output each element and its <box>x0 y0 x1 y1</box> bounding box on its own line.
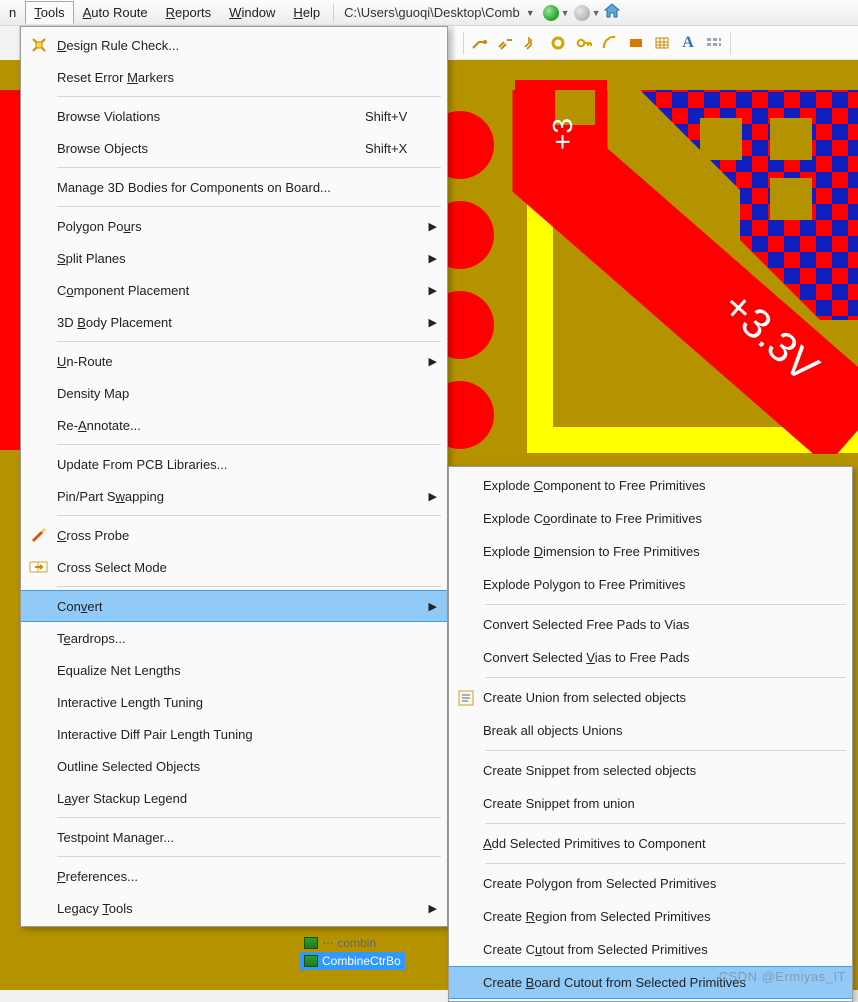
nav-forward[interactable]: ▼ <box>572 5 603 21</box>
mi-re-annotate[interactable]: Re-Annotate... <box>21 409 447 441</box>
menu-auto-route[interactable]: Auto Route <box>74 1 157 24</box>
mi-cross-probe[interactable]: Cross Probe <box>21 519 447 551</box>
mi-break-unions[interactable]: Break all objects Unions <box>449 714 852 747</box>
mi-explode-dimension[interactable]: Explode Dimension to Free Primitives <box>449 535 852 568</box>
mi-interactive-length-tuning[interactable]: Interactive Length Tuning <box>21 686 447 718</box>
mi-component-placement[interactable]: Component Placement▶ <box>21 274 447 306</box>
pcb-toolbar: A <box>455 26 858 60</box>
route-multi-icon[interactable] <box>522 33 542 53</box>
menu-help[interactable]: Help <box>284 1 329 24</box>
mi-equalize-net-lengths[interactable]: Equalize Net Lengths <box>21 654 447 686</box>
mi-pin-part-swapping[interactable]: Pin/Part Swapping▶ <box>21 480 447 512</box>
ring-icon[interactable] <box>548 33 568 53</box>
menu-tools[interactable]: Tools <box>25 1 73 24</box>
mi-layer-stackup-legend[interactable]: Layer Stackup Legend <box>21 782 447 814</box>
pcb-file-icon <box>304 955 318 967</box>
mi-explode-component[interactable]: Explode Component to Free Primitives <box>449 469 852 502</box>
convert-submenu: Explode Component to Free Primitives Exp… <box>448 466 853 1002</box>
project-files-panel: ⋯ combin CombineCtrBo <box>300 934 405 970</box>
mi-create-snippet-union[interactable]: Create Snippet from union <box>449 787 852 820</box>
nav-home-icon[interactable] <box>603 2 621 23</box>
mi-create-union[interactable]: Create Union from selected objects <box>449 681 852 714</box>
mi-create-cutout[interactable]: Create Cutout from Selected Primitives <box>449 933 852 966</box>
mi-teardrops[interactable]: Teardrops... <box>21 622 447 654</box>
menubar: n Tools Auto Route Reports Window Help C… <box>0 0 858 26</box>
net-label-1: +3 <box>547 118 578 150</box>
mi-explode-polygon[interactable]: Explode Polygon to Free Primitives <box>449 568 852 601</box>
menubar-fragment-n[interactable]: n <box>4 1 25 24</box>
mi-3d-body-placement[interactable]: 3D Body Placement▶ <box>21 306 447 338</box>
mi-add-primitives-to-component[interactable]: Add Selected Primitives to Component <box>449 827 852 860</box>
mi-legacy-tools[interactable]: Legacy Tools▶ <box>21 892 447 924</box>
union-icon <box>449 690 483 706</box>
mi-convert[interactable]: Convert▶ <box>21 590 447 622</box>
text-icon[interactable]: A <box>678 33 698 53</box>
mi-browse-violations[interactable]: Browse ViolationsShift+V <box>21 100 447 132</box>
mi-outline-selected-objects[interactable]: Outline Selected Objects <box>21 750 447 782</box>
mi-split-planes[interactable]: Split Planes▶ <box>21 242 447 274</box>
mi-preferences[interactable]: Preferences... <box>21 860 447 892</box>
mi-explode-coordinate[interactable]: Explode Coordinate to Free Primitives <box>449 502 852 535</box>
mi-create-polygon[interactable]: Create Polygon from Selected Primitives <box>449 867 852 900</box>
mi-manage-3d-bodies[interactable]: Manage 3D Bodies for Components on Board… <box>21 171 447 203</box>
cross-select-icon <box>21 558 57 576</box>
mi-convert-pads-to-vias[interactable]: Convert Selected Free Pads to Vias <box>449 608 852 641</box>
mi-update-from-pcb-libraries[interactable]: Update From PCB Libraries... <box>21 448 447 480</box>
mi-create-snippet-selected[interactable]: Create Snippet from selected objects <box>449 754 852 787</box>
mi-browse-objects[interactable]: Browse ObjectsShift+X <box>21 132 447 164</box>
project-file-selected[interactable]: CombineCtrBo <box>300 952 405 970</box>
probe-icon <box>21 526 57 544</box>
mi-cross-select-mode[interactable]: Cross Select Mode <box>21 551 447 583</box>
mi-reset-error-markers[interactable]: Reset Error Markers <box>21 61 447 93</box>
mi-testpoint-manager[interactable]: Testpoint Manager... <box>21 821 447 853</box>
array-icon[interactable] <box>704 33 724 53</box>
arc-icon[interactable] <box>600 33 620 53</box>
pcb-file-icon <box>304 937 318 949</box>
menu-window[interactable]: Window <box>220 1 284 24</box>
mi-polygon-pours[interactable]: Polygon Pours▶ <box>21 210 447 242</box>
open-file-path[interactable]: C:\Users\guoqi\Desktop\Comb <box>338 2 526 23</box>
mi-un-route[interactable]: Un-Route▶ <box>21 345 447 377</box>
project-file[interactable]: ⋯ combin <box>300 934 405 952</box>
mi-interactive-diff-pair-length-tuning[interactable]: Interactive Diff Pair Length Tuning <box>21 718 447 750</box>
diffpair-icon[interactable] <box>496 33 516 53</box>
nav-back[interactable]: ▼ <box>541 5 572 21</box>
rect-icon[interactable] <box>626 33 646 53</box>
mi-create-region[interactable]: Create Region from Selected Primitives <box>449 900 852 933</box>
tools-menu-dropdown: Design Rule Check... Reset Error Markers… <box>20 26 448 927</box>
hatch-icon[interactable] <box>652 33 672 53</box>
route-icon[interactable] <box>470 33 490 53</box>
mi-convert-vias-to-pads[interactable]: Convert Selected Vias to Free Pads <box>449 641 852 674</box>
mi-create-board-cutout[interactable]: Create Board Cutout from Selected Primit… <box>449 966 852 999</box>
menu-reports[interactable]: Reports <box>157 1 221 24</box>
key-icon[interactable] <box>574 33 594 53</box>
menubar-separator <box>333 4 334 22</box>
mi-density-map[interactable]: Density Map <box>21 377 447 409</box>
mi-design-rule-check[interactable]: Design Rule Check... <box>21 29 447 61</box>
drc-icon <box>21 36 57 54</box>
